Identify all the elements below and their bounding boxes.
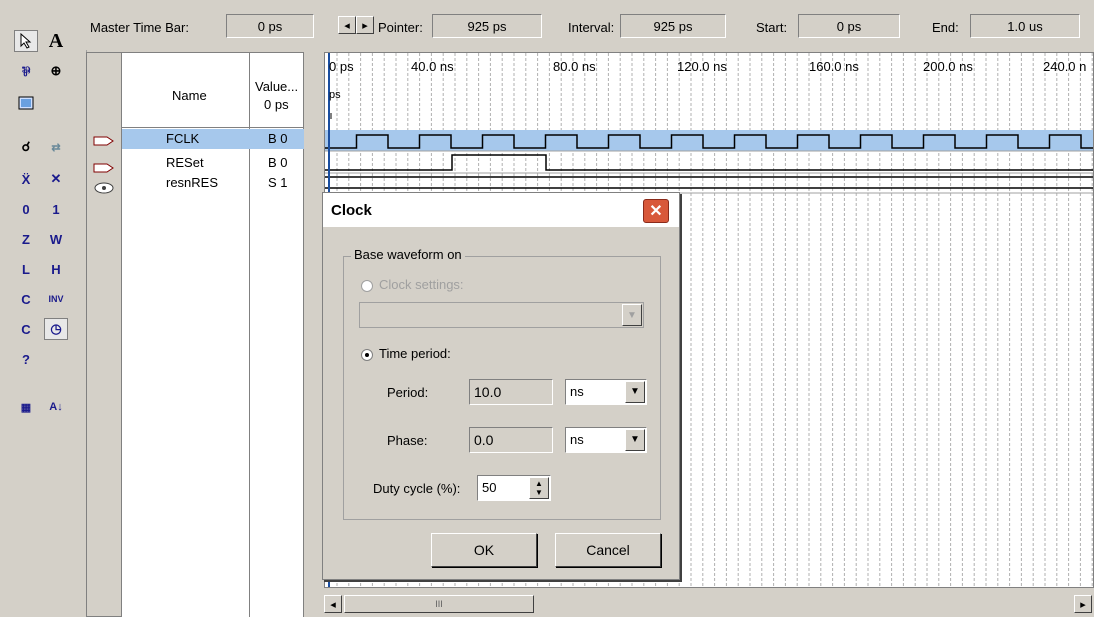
forcing-high-icon[interactable]: 1 (44, 198, 68, 220)
weak-low-icon[interactable]: L (14, 258, 38, 280)
dont-care-icon[interactable]: ✕ (44, 168, 68, 190)
period-unit-select[interactable]: ns ▼ (565, 379, 647, 405)
period-unit-value: ns (570, 384, 584, 399)
waveform-toolbar: A ⅌ ⊕ ☌ ⇄ Ẍ ✕ 0 1 Z W L H C INV C ◷ ? ▦ … (0, 0, 87, 617)
forcing-low-icon[interactable]: 0 (14, 198, 38, 220)
find-binoculars-icon[interactable]: ☌ (14, 136, 38, 158)
replace-icon[interactable]: ⇄ (44, 136, 68, 158)
waveform-edit-icon[interactable]: ⅌ (14, 60, 38, 82)
time-period-label: Time period: (379, 346, 451, 361)
time-tick: 200.0 ns (923, 59, 973, 74)
value-column-time: 0 ps (264, 97, 289, 112)
time-tick: 240.0 n (1043, 59, 1087, 74)
count-value-icon[interactable]: C (14, 288, 38, 310)
text-tool-icon[interactable]: A (44, 30, 68, 52)
pane-splitter[interactable] (304, 52, 324, 617)
master-time-bar-field[interactable]: 0 ps (226, 14, 314, 38)
chevron-down-icon: ▼ (622, 304, 642, 326)
clock-value-icon[interactable]: C (14, 318, 38, 340)
signal-value: B 0 (268, 131, 288, 146)
pointer-label: Pointer: (378, 20, 423, 35)
signal-value: S 1 (268, 175, 288, 190)
group-icon[interactable]: ▦ (14, 396, 38, 418)
value-column-header: Value... (255, 79, 299, 94)
weak-unknown-icon[interactable]: W (44, 228, 68, 250)
overwrite-clock-icon[interactable]: ◷ (44, 318, 68, 340)
chevron-down-icon: ▼ (625, 381, 645, 403)
time-tick: 40.0 ns (411, 59, 454, 74)
duty-cycle-spinner[interactable]: 50 ▲ ▼ (477, 475, 551, 501)
chevron-down-icon: ▼ (625, 429, 645, 451)
uninitialized-icon[interactable]: Ẍ (14, 168, 38, 190)
group-label: Base waveform on (351, 247, 465, 262)
weak-high-icon[interactable]: H (44, 258, 68, 280)
time-tick: 120.0 ns (677, 59, 727, 74)
phase-input[interactable]: 0.0 (469, 427, 553, 453)
output-pin-icon (93, 182, 115, 197)
end-label: End: (932, 20, 959, 35)
signal-name: RESet (166, 155, 204, 170)
scroll-right-icon[interactable]: ▸ (1074, 595, 1092, 613)
scroll-thumb[interactable]: III (344, 595, 534, 613)
invert-icon[interactable]: INV (44, 288, 68, 310)
signal-icon-gutter (86, 52, 122, 617)
time-tick: 80.0 ns (553, 59, 596, 74)
horizontal-scrollbar[interactable]: ◂ III ▸ (324, 590, 1094, 617)
high-impedance-icon[interactable]: Z (14, 228, 38, 250)
clock-settings-radio[interactable] (361, 280, 373, 292)
pointer-field: 925 ps (432, 14, 542, 38)
clock-dialog: Clock ✕ Base waveform on Clock settings:… (322, 192, 680, 580)
time-period-radio[interactable] (361, 349, 373, 361)
time-bar: Master Time Bar: 0 ps ◂ ▸ Pointer: 925 p… (86, 0, 1094, 50)
signal-value: B 0 (268, 155, 288, 170)
time-tick: 0 ps (329, 59, 354, 74)
sort-icon[interactable]: A↓ (44, 396, 68, 418)
period-input[interactable]: 10.0 (469, 379, 553, 405)
input-pin-icon (93, 135, 115, 150)
start-field: 0 ps (798, 14, 900, 38)
ok-button[interactable]: OK (431, 533, 537, 567)
phase-label: Phase: (387, 433, 428, 448)
close-icon[interactable]: ✕ (643, 199, 669, 223)
signal-name: resnRES (166, 175, 219, 190)
selection-pointer-icon[interactable] (14, 30, 38, 52)
interval-label: Interval: (568, 20, 615, 35)
previous-transition-button[interactable]: ◂ (338, 16, 356, 34)
next-transition-button[interactable]: ▸ (356, 16, 374, 34)
dialog-title-bar: Clock ✕ (323, 193, 679, 227)
name-column-header: Name (172, 88, 207, 103)
input-pin-icon (93, 162, 115, 177)
duty-cycle-label: Duty cycle (%): (373, 481, 461, 496)
interval-field: 925 ps (620, 14, 726, 38)
signal-name: FCLK (166, 131, 200, 146)
clock-settings-dropdown[interactable]: ▼ (359, 302, 644, 328)
period-label: Period: (387, 385, 429, 400)
start-label: Start: (756, 20, 788, 35)
time-ruler: 0 ps 40.0 ns 80.0 ns 120.0 ns 160.0 ns 2… (325, 59, 1093, 79)
fullscreen-icon[interactable] (14, 92, 38, 114)
spin-arrows-icon[interactable]: ▲ ▼ (529, 477, 549, 499)
cancel-button[interactable]: Cancel (555, 533, 661, 567)
cursor-time-label: ps (329, 89, 341, 101)
duty-cycle-value: 50 (482, 480, 497, 495)
dialog-title: Clock (331, 202, 372, 219)
phase-unit-select[interactable]: ns ▼ (565, 427, 647, 453)
random-value-icon[interactable]: ? (14, 348, 38, 370)
scroll-left-icon[interactable]: ◂ (324, 595, 342, 613)
master-time-bar-label: Master Time Bar: (90, 20, 189, 35)
end-field: 1.0 us (970, 14, 1080, 38)
zoom-icon[interactable]: ⊕ (44, 60, 68, 82)
clock-settings-label: Clock settings: (379, 277, 464, 292)
phase-unit-value: ns (570, 432, 584, 447)
time-tick: 160.0 ns (809, 59, 859, 74)
